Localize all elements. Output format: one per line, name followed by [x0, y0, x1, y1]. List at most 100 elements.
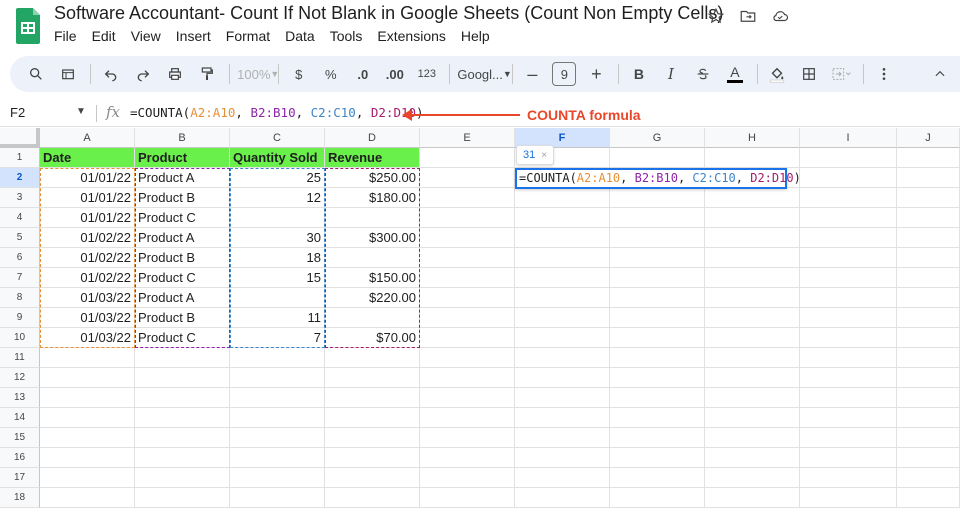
cell-i17[interactable] — [800, 468, 897, 488]
cell-g8[interactable] — [610, 288, 705, 308]
strikethrough-icon[interactable] — [691, 60, 715, 88]
cell-c7[interactable]: 15 — [230, 268, 325, 288]
cell-c16[interactable] — [230, 448, 325, 468]
cell-f8[interactable] — [515, 288, 610, 308]
cell-j12[interactable] — [897, 368, 960, 388]
cell-a7[interactable]: 01/02/22 — [40, 268, 135, 288]
cell-j9[interactable] — [897, 308, 960, 328]
row-header-14[interactable]: 14 — [0, 408, 40, 428]
percent-format-button[interactable]: % — [319, 60, 343, 88]
menu-extensions[interactable]: Extensions — [377, 28, 452, 44]
cell-e6[interactable] — [420, 248, 515, 268]
cell-c12[interactable] — [230, 368, 325, 388]
cell-a16[interactable] — [40, 448, 135, 468]
cell-g15[interactable] — [610, 428, 705, 448]
cell-j7[interactable] — [897, 268, 960, 288]
cell-g7[interactable] — [610, 268, 705, 288]
cell-e14[interactable] — [420, 408, 515, 428]
cell-e9[interactable] — [420, 308, 515, 328]
redo-icon[interactable] — [131, 60, 155, 88]
cell-d15[interactable] — [325, 428, 420, 448]
cell-h5[interactable] — [705, 228, 800, 248]
menu-insert[interactable]: Insert — [176, 28, 218, 44]
cell-e1[interactable] — [420, 148, 515, 168]
cell-d3[interactable]: $180.00 — [325, 188, 420, 208]
cell-a4[interactable]: 01/01/22 — [40, 208, 135, 228]
row-header-3[interactable]: 3 — [0, 188, 40, 208]
column-header-j[interactable]: J — [897, 128, 960, 148]
cell-d11[interactable] — [325, 348, 420, 368]
menu-edit[interactable]: Edit — [92, 28, 123, 44]
cell-j14[interactable] — [897, 408, 960, 428]
cell-e16[interactable] — [420, 448, 515, 468]
cell-d14[interactable] — [325, 408, 420, 428]
cell-b2[interactable]: Product A — [135, 168, 230, 188]
cell-f14[interactable] — [515, 408, 610, 428]
cell-b5[interactable]: Product A — [135, 228, 230, 248]
cell-j4[interactable] — [897, 208, 960, 228]
row-header-9[interactable]: 9 — [0, 308, 40, 328]
cell-e17[interactable] — [420, 468, 515, 488]
cell-j10[interactable] — [897, 328, 960, 348]
row-header-6[interactable]: 6 — [0, 248, 40, 268]
cell-g6[interactable] — [610, 248, 705, 268]
cell-j3[interactable] — [897, 188, 960, 208]
cell-b6[interactable]: Product B — [135, 248, 230, 268]
cell-f6[interactable] — [515, 248, 610, 268]
column-header-e[interactable]: E — [420, 128, 515, 148]
column-header-g[interactable]: G — [610, 128, 705, 148]
cell-e18[interactable] — [420, 488, 515, 508]
cell-i4[interactable] — [800, 208, 897, 228]
cell-f10[interactable] — [515, 328, 610, 348]
cell-f4[interactable] — [515, 208, 610, 228]
cell-b17[interactable] — [135, 468, 230, 488]
cell-c15[interactable] — [230, 428, 325, 448]
cell-i13[interactable] — [800, 388, 897, 408]
star-icon[interactable] — [706, 6, 726, 26]
cell-a1[interactable]: Date — [40, 148, 135, 168]
cell-c1[interactable]: Quantity Sold — [230, 148, 325, 168]
cell-h16[interactable] — [705, 448, 800, 468]
row-header-8[interactable]: 8 — [0, 288, 40, 308]
cell-c8[interactable] — [230, 288, 325, 308]
merge-cells-icon[interactable] — [829, 60, 853, 88]
cell-i8[interactable] — [800, 288, 897, 308]
cell-i5[interactable] — [800, 228, 897, 248]
cell-f17[interactable] — [515, 468, 610, 488]
zoom-select[interactable]: 100% ▼ — [237, 60, 279, 88]
cell-h6[interactable] — [705, 248, 800, 268]
cell-b18[interactable] — [135, 488, 230, 508]
cell-h4[interactable] — [705, 208, 800, 228]
cell-j6[interactable] — [897, 248, 960, 268]
cell-d16[interactable] — [325, 448, 420, 468]
column-header-h[interactable]: H — [705, 128, 800, 148]
row-header-16[interactable]: 16 — [0, 448, 40, 468]
cell-i9[interactable] — [800, 308, 897, 328]
cell-j11[interactable] — [897, 348, 960, 368]
cell-a17[interactable] — [40, 468, 135, 488]
cell-h13[interactable] — [705, 388, 800, 408]
active-cell-editor[interactable]: =COUNTA(A2:A10, B2:B10, C2:C10, D2:D10) — [515, 168, 801, 189]
fill-color-icon[interactable] — [765, 60, 789, 88]
column-header-c[interactable]: C — [230, 128, 325, 148]
cell-e4[interactable] — [420, 208, 515, 228]
cell-i18[interactable] — [800, 488, 897, 508]
cell-a5[interactable]: 01/02/22 — [40, 228, 135, 248]
cell-a2[interactable]: 01/01/22 — [40, 168, 135, 188]
borders-icon[interactable] — [797, 60, 821, 88]
row-header-1[interactable]: 1 — [0, 148, 40, 168]
cell-e11[interactable] — [420, 348, 515, 368]
column-header-i[interactable]: I — [800, 128, 897, 148]
cell-d18[interactable] — [325, 488, 420, 508]
cell-i12[interactable] — [800, 368, 897, 388]
cell-g12[interactable] — [610, 368, 705, 388]
cell-a11[interactable] — [40, 348, 135, 368]
name-box-dropdown-icon[interactable]: ▼ — [76, 106, 86, 117]
cell-b4[interactable]: Product C — [135, 208, 230, 228]
cell-h7[interactable] — [705, 268, 800, 288]
collapse-toolbar-icon[interactable] — [928, 60, 952, 88]
cell-j2[interactable] — [897, 168, 960, 188]
row-header-5[interactable]: 5 — [0, 228, 40, 248]
cell-a15[interactable] — [40, 428, 135, 448]
cell-a10[interactable]: 01/03/22 — [40, 328, 135, 348]
